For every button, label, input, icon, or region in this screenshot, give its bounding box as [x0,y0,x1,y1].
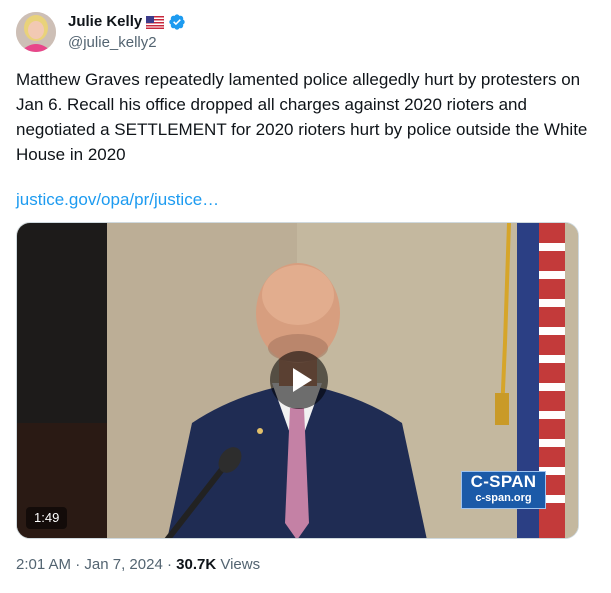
tweet-text: Matthew Graves repeatedly lamented polic… [16,70,588,164]
meta-separator: · [75,556,81,573]
video-duration: 1:49 [26,507,68,529]
author-handle[interactable]: @julie_kelly2 [68,34,157,52]
cspan-brand: C-SPAN [470,472,537,491]
author-display-name[interactable]: Julie Kelly [68,13,142,31]
avatar[interactable] [16,12,56,52]
cspan-url: c-span.org [475,492,532,504]
meta-separator: · [166,556,172,573]
cspan-watermark: C-SPAN c-span.org [461,471,546,509]
play-button[interactable] [270,351,328,409]
play-icon [292,368,312,392]
views-label: Views [220,556,261,573]
tweet-time[interactable]: 2:01 AM [16,556,71,573]
views-count: 30.7K [176,556,217,573]
us-flag-icon [145,15,165,29]
tweet-link[interactable]: justice.gov/opa/pr/justice… [16,187,219,212]
video-player[interactable]: 1:49 C-SPAN c-span.org [16,222,579,539]
tweet: Julie Kelly @julie_kelly2 Matthew Graves… [0,0,611,593]
tweet-date[interactable]: Jan 7, 2024 [84,556,162,573]
author-name-row: Julie Kelly [68,13,186,31]
tweet-meta: 2:01 AM · Jan 7, 2024 · 30.7K Views [16,555,260,575]
verified-badge-icon [168,13,186,31]
